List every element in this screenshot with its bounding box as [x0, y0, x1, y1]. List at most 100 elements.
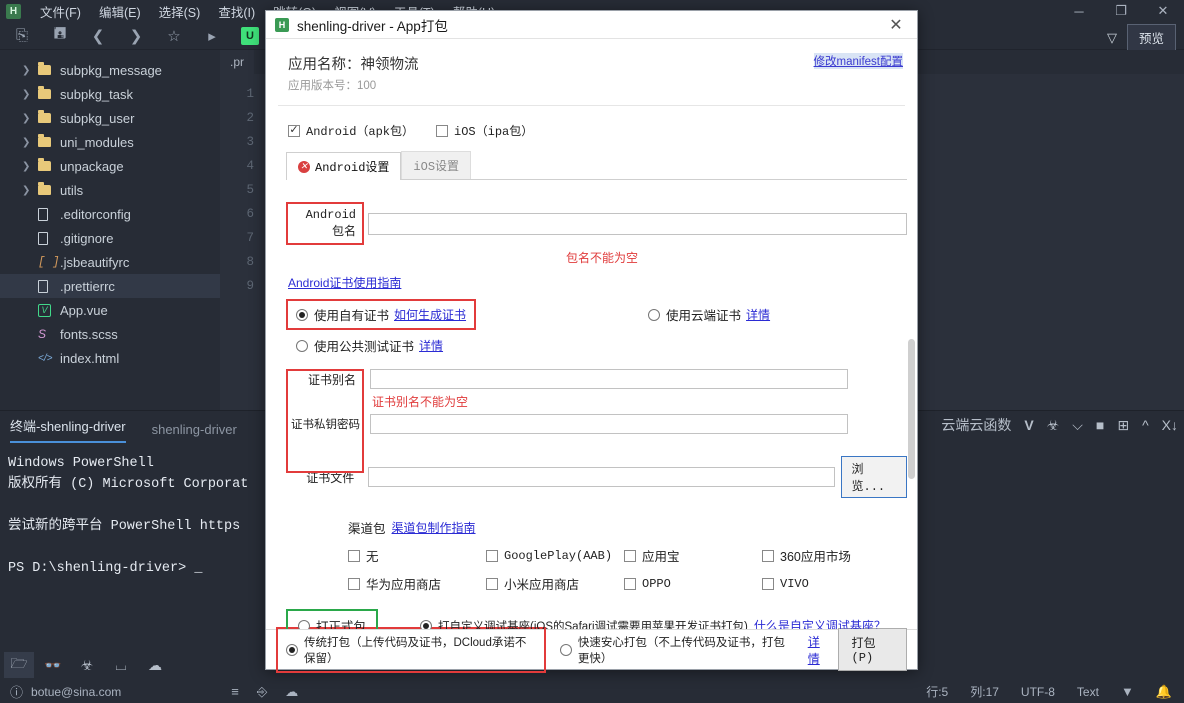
tree-item-jsbeautifyrc[interactable]: [ ] .jsbeautifyrc [0, 250, 220, 274]
editor-tab-prettierrc[interactable]: .pr [220, 50, 255, 74]
terminal-tab-active[interactable]: 终端-shenling-driver [10, 416, 126, 443]
new-file-icon[interactable]: ⎘ [4, 24, 40, 48]
dialog-title-bar: H shenling-driver - App打包 ✕ [266, 11, 917, 39]
status-encoding[interactable]: UTF-8 [1021, 685, 1055, 699]
tree-item-subpkg-task[interactable]: ❯ subpkg_task [0, 82, 220, 106]
browse-button[interactable]: 浏览... [840, 456, 907, 498]
package-mode-details-link[interactable]: 详情 [808, 633, 830, 667]
channel-header: 渠道包 渠道包制作指南 [348, 518, 907, 537]
run-icon[interactable]: ⌴ [106, 652, 136, 678]
folder-icon [38, 158, 60, 171]
minimize-icon[interactable]: ─ [1058, 0, 1100, 22]
forward-icon[interactable]: ❯ [118, 24, 154, 48]
modify-manifest-link[interactable]: 修改manifest配置 [813, 53, 903, 69]
menu-file[interactable]: 文件(F) [31, 2, 90, 21]
channel-360[interactable]: 360应用市场 [762, 546, 900, 565]
channel-oppo[interactable]: OPPO [624, 574, 762, 593]
cert-guide-link[interactable]: Android证书使用指南 [288, 274, 907, 291]
tree-item-uni-modules[interactable]: ❯ uni_modules [0, 130, 220, 154]
terminal-icon[interactable]: ⎆ [257, 684, 267, 700]
folder-icon[interactable]: 🗁 [4, 652, 34, 678]
restore-icon[interactable]: ❐ [1100, 0, 1142, 22]
cert-option-public[interactable]: 使用公共测试证书 详情 [296, 336, 907, 355]
download-icon[interactable]: ▼ [1121, 684, 1134, 699]
close-icon[interactable]: ✕ [1142, 0, 1184, 22]
channel-huawei[interactable]: 华为应用商店 [348, 574, 486, 593]
checkbox-icon [486, 549, 498, 562]
tree-item-unpackage[interactable]: ❯ unpackage [0, 154, 220, 178]
close-all-icon[interactable]: X↓ [1162, 417, 1178, 433]
tree-item-editorconfig[interactable]: .editorconfig [0, 202, 220, 226]
tree-item-label: uni_modules [60, 134, 134, 150]
platform-android-checkbox[interactable]: Android（apk包） [288, 122, 414, 139]
menu-find[interactable]: 查找(I) [209, 2, 264, 21]
cert-option-own[interactable]: 使用自有证书 如何生成证书 [286, 299, 477, 330]
tree-item-app-vue[interactable]: V App.vue [0, 298, 220, 322]
debug-icon[interactable]: ☣ [72, 652, 102, 678]
list-icon[interactable]: ≡ [231, 684, 239, 700]
build-type-debug[interactable]: 打自定义调试基座(iOS的Safari调试需要用苹果开发证书打包) 什么是自定义… [420, 617, 886, 629]
terminal-tab-secondary[interactable]: shenling-driver [152, 422, 237, 443]
chevron-right-icon: ❯ [22, 88, 31, 100]
tab-ios-settings[interactable]: iOS设置 [401, 151, 472, 179]
submit-package-button[interactable]: 打包(P) [837, 628, 907, 671]
vue-icon[interactable]: V [1024, 417, 1033, 433]
collapse-icon[interactable]: ^ [1142, 417, 1149, 433]
status-user-email[interactable]: botue@sina.com [31, 685, 121, 699]
channel-googleplay[interactable]: GooglePlay(AAB) [486, 546, 624, 565]
checkbox-icon [762, 577, 774, 590]
status-filetype[interactable]: Text [1077, 685, 1099, 699]
uniapp-icon[interactable]: U [232, 24, 268, 48]
channel-none[interactable]: 无 [348, 546, 486, 565]
tree-item-subpkg-message[interactable]: ❯ subpkg_message [0, 58, 220, 82]
cloud-icon[interactable]: ☁ [140, 652, 170, 678]
debug-base-help-link[interactable]: 什么是自定义调试基座？ [754, 617, 886, 629]
save-icon[interactable]: 🖪 [42, 24, 78, 48]
cert-password-input[interactable] [370, 414, 848, 434]
channel-vivo[interactable]: VIVO [762, 574, 900, 593]
generate-cert-link[interactable]: 如何生成证书 [394, 306, 466, 323]
channel-guide-link[interactable]: 渠道包制作指南 [392, 519, 476, 536]
cloud-icon[interactable]: ☁ [285, 684, 298, 700]
tab-android-settings[interactable]: ✕ Android设置 [286, 152, 402, 180]
cert-alias-input[interactable] [370, 369, 848, 389]
folder-icon [38, 110, 60, 123]
search-icon[interactable]: 👓 [38, 652, 68, 678]
menu-select[interactable]: 选择(S) [150, 2, 210, 21]
run-icon[interactable]: ▸ [194, 24, 230, 48]
account-icon[interactable]: ⓘ [10, 682, 23, 701]
filter-icon[interactable]: ▽ [1107, 30, 1117, 46]
new-terminal-icon[interactable]: ⊞ [1117, 417, 1129, 434]
cert-option-cloud[interactable]: 使用云端证书 详情 [648, 299, 770, 330]
run-icon[interactable]: ⌵ [1072, 417, 1083, 434]
stop-icon[interactable]: ■ [1096, 417, 1104, 433]
package-name-input[interactable] [368, 212, 907, 235]
tree-item-fonts-scss[interactable]: S fonts.scss [0, 322, 220, 346]
tree-item-index-html[interactable]: </> index.html [0, 346, 220, 370]
close-icon[interactable]: ✕ [881, 12, 911, 38]
tree-item-subpkg-user[interactable]: ❯ subpkg_user [0, 106, 220, 130]
channel-xiaomi[interactable]: 小米应用商店 [486, 574, 624, 593]
tree-item-utils[interactable]: ❯ utils [0, 178, 220, 202]
radio-icon [296, 308, 308, 321]
preview-button[interactable]: 预览 [1126, 24, 1176, 51]
cert-file-input[interactable] [368, 467, 835, 487]
platform-ios-checkbox[interactable]: iOS（ipa包） [436, 122, 533, 139]
bug-icon[interactable]: ☣ [1047, 417, 1060, 434]
bell-icon[interactable]: 🔔 [1156, 684, 1172, 700]
favorite-icon[interactable]: ☆ [156, 24, 192, 48]
line-number: 4 [246, 159, 254, 173]
channel-yingyongbao[interactable]: 应用宝 [624, 546, 762, 565]
tree-item-gitignore[interactable]: .gitignore [0, 226, 220, 250]
dialog-scrollbar[interactable] [908, 339, 915, 479]
tree-item-prettierrc[interactable]: .prettierrc [0, 274, 220, 298]
menu-edit[interactable]: 编辑(E) [90, 2, 150, 21]
public-cert-details-link[interactable]: 详情 [419, 337, 443, 354]
package-mode-fast[interactable]: 快速安心打包（不上传代码及证书，打包更快） [559, 634, 796, 666]
back-icon[interactable]: ❮ [80, 24, 116, 48]
status-column: 列:17 [970, 685, 999, 699]
tree-item-label: subpkg_message [60, 62, 162, 78]
build-type-release[interactable]: 打正式包 [286, 609, 379, 629]
package-mode-traditional[interactable]: 传统打包（上传代码及证书，DCloud承诺不保留） [276, 626, 546, 673]
cloud-cert-details-link[interactable]: 详情 [746, 306, 770, 323]
